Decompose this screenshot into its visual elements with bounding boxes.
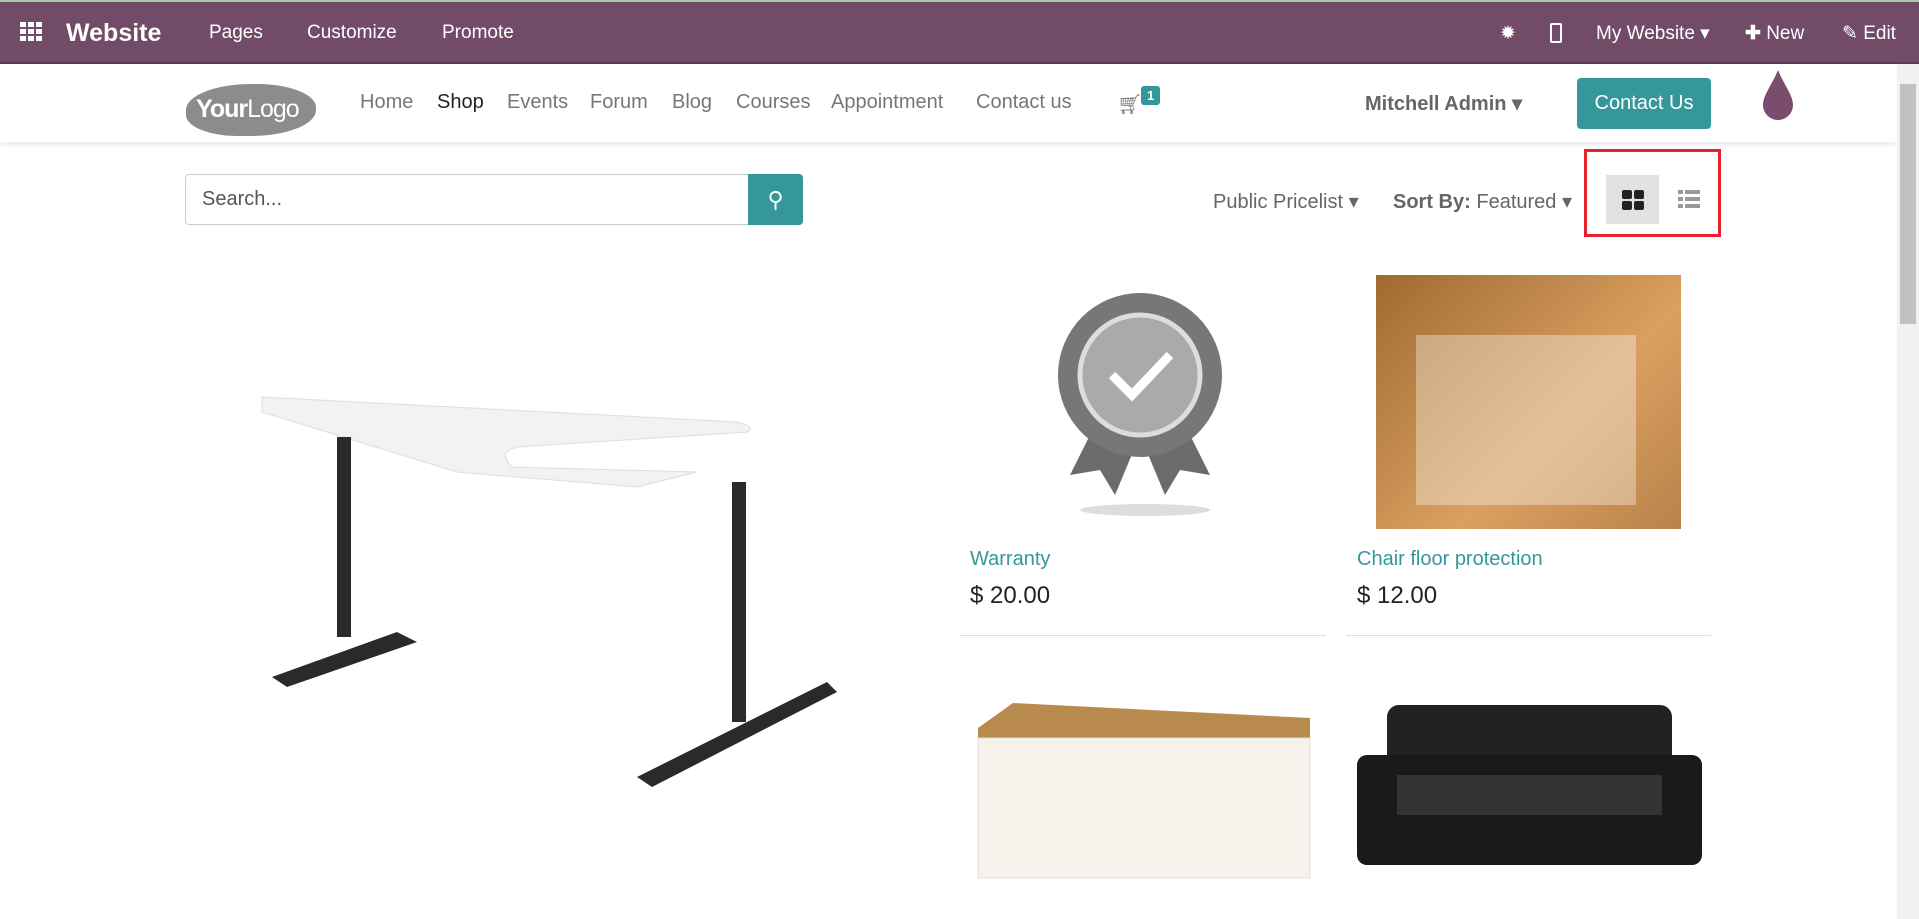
menu-pages[interactable]: Pages bbox=[209, 22, 263, 44]
list-icon bbox=[1678, 190, 1700, 208]
cart-icon[interactable]: 🛒︎ bbox=[1117, 92, 1142, 117]
mobile-preview-icon[interactable] bbox=[1550, 23, 1562, 43]
plus-icon: ✚ bbox=[1745, 23, 1761, 44]
nav-home[interactable]: Home bbox=[360, 91, 413, 114]
contact-us-button[interactable]: Contact Us bbox=[1577, 78, 1711, 129]
theme-drop-icon bbox=[1763, 70, 1793, 120]
nav-courses[interactable]: Courses bbox=[736, 91, 810, 114]
chair-floor-protection-image bbox=[1376, 275, 1681, 529]
menu-promote[interactable]: Promote bbox=[442, 22, 514, 44]
product-price: $ 20.00 bbox=[970, 582, 1051, 609]
nav-blog[interactable]: Blog bbox=[672, 91, 712, 114]
pencil-icon: ✎ bbox=[1842, 23, 1858, 44]
nav-shop[interactable]: Shop bbox=[437, 91, 484, 114]
sort-dropdown[interactable]: Sort By: Featured ▾ bbox=[1393, 189, 1572, 214]
warranty-product-image bbox=[1058, 293, 1222, 516]
search-input[interactable]: Search... bbox=[185, 174, 748, 225]
desk-product-image[interactable] bbox=[257, 392, 869, 796]
pricelist-dropdown[interactable]: Public Pricelist ▾ bbox=[1213, 189, 1359, 214]
nav-forum[interactable]: Forum bbox=[590, 91, 648, 114]
app-title[interactable]: Website bbox=[66, 19, 161, 48]
new-label: New bbox=[1766, 23, 1805, 44]
scrollbar-thumb[interactable] bbox=[1900, 84, 1916, 324]
menu-customize[interactable]: Customize bbox=[307, 22, 397, 44]
cart-count-badge: 1 bbox=[1141, 86, 1161, 105]
grid-icon bbox=[1622, 190, 1644, 210]
card-divider bbox=[960, 635, 1326, 636]
product-name[interactable]: Chair floor protection bbox=[1357, 548, 1543, 571]
sort-value: Featured bbox=[1476, 191, 1557, 213]
top-bar: Website Pages Customize Promote ✹ My Web… bbox=[0, 0, 1919, 64]
bug-icon[interactable]: ✹ bbox=[1500, 22, 1516, 45]
edit-button[interactable]: ✎ Edit bbox=[1842, 22, 1896, 45]
apps-grid-icon[interactable] bbox=[20, 22, 42, 47]
my-website-dropdown[interactable]: My Website ▾ bbox=[1596, 22, 1710, 45]
card-divider bbox=[1346, 635, 1711, 636]
nav-events[interactable]: Events bbox=[507, 91, 568, 114]
user-name: Mitchell Admin bbox=[1365, 93, 1507, 115]
product-name[interactable]: Warranty bbox=[970, 548, 1050, 571]
nav-contact-us[interactable]: Contact us bbox=[976, 91, 1072, 114]
website-header: YourLogo Home Shop Events Forum Blog Cou… bbox=[0, 64, 1897, 142]
cable-box-product-image[interactable] bbox=[973, 698, 1313, 883]
logo[interactable]: YourLogo bbox=[186, 84, 316, 136]
my-website-label: My Website bbox=[1596, 23, 1695, 44]
sort-label: Sort By: bbox=[1393, 191, 1471, 213]
sofa-product-image[interactable] bbox=[1357, 705, 1702, 875]
search-button[interactable]: ⚲ bbox=[748, 174, 803, 225]
new-button[interactable]: ✚ New bbox=[1745, 22, 1804, 45]
edit-label: Edit bbox=[1863, 23, 1896, 44]
search-icon: ⚲ bbox=[767, 186, 784, 212]
user-menu[interactable]: Mitchell Admin ▾ bbox=[1365, 91, 1522, 116]
nav-appointment[interactable]: Appointment bbox=[831, 91, 943, 114]
pricelist-label: Public Pricelist bbox=[1213, 191, 1344, 213]
grid-view-toggle[interactable] bbox=[1606, 175, 1659, 224]
product-price: $ 12.00 bbox=[1357, 582, 1438, 609]
list-view-toggle[interactable] bbox=[1664, 175, 1714, 224]
